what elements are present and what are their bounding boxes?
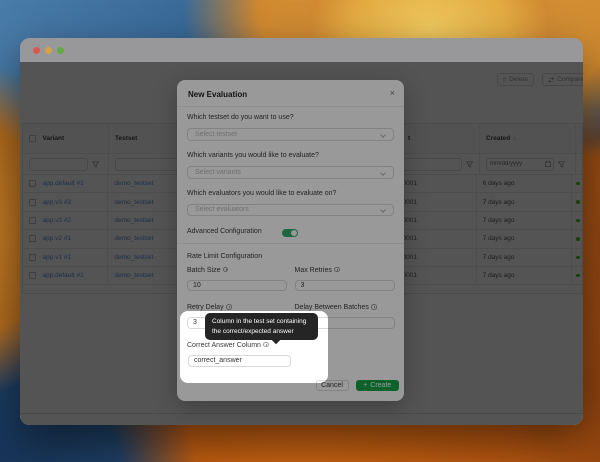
variants-question-label: Which variants you would like to evaluat… bbox=[187, 152, 319, 159]
new-evaluation-modal: New Evaluation × Which testset do you wa… bbox=[177, 80, 404, 401]
evaluators-question-label: Which evaluators you would like to evalu… bbox=[187, 190, 336, 197]
info-icon[interactable] bbox=[226, 304, 232, 310]
max-retries-input[interactable] bbox=[295, 280, 395, 292]
testset-question-label: Which testset do you want to use? bbox=[187, 114, 294, 121]
variants-select[interactable]: Select variants bbox=[187, 166, 394, 179]
chevron-down-icon bbox=[380, 132, 386, 138]
info-icon[interactable] bbox=[223, 267, 229, 273]
variants-select-placeholder: Select variants bbox=[195, 169, 241, 176]
rate-limit-section-title: Rate Limit Configuration bbox=[187, 253, 262, 260]
minimize-window-icon[interactable] bbox=[45, 47, 52, 54]
divider bbox=[177, 243, 404, 244]
testset-select[interactable]: Select testset bbox=[187, 128, 394, 141]
plus-icon: + bbox=[363, 382, 367, 389]
correct-answer-column-input[interactable] bbox=[188, 355, 291, 367]
window-titlebar bbox=[20, 38, 583, 62]
chevron-down-icon bbox=[380, 207, 386, 213]
zoom-window-icon[interactable] bbox=[57, 47, 64, 54]
advanced-configuration-label: Advanced Configuration bbox=[187, 228, 262, 235]
delay-between-batches-label: Delay Between Batches bbox=[295, 304, 377, 311]
testset-select-placeholder: Select testset bbox=[195, 131, 237, 138]
info-icon[interactable] bbox=[263, 342, 269, 348]
info-icon[interactable] bbox=[371, 304, 377, 310]
batch-size-input[interactable] bbox=[187, 280, 287, 292]
modal-title: New Evaluation bbox=[188, 90, 247, 99]
tour-tooltip-text: Column in the test set containing the co… bbox=[212, 318, 306, 335]
retry-delay-label: Retry Delay bbox=[187, 304, 232, 311]
app-content: Delete Compare Variant Testset t Created… bbox=[20, 62, 583, 425]
app-window: Delete Compare Variant Testset t Created… bbox=[20, 38, 583, 425]
close-window-icon[interactable] bbox=[33, 47, 40, 54]
tour-tooltip: Column in the test set containing the co… bbox=[205, 313, 318, 340]
info-icon[interactable] bbox=[334, 267, 340, 273]
create-button[interactable]: + Create bbox=[356, 380, 399, 392]
cancel-button[interactable]: Cancel bbox=[316, 380, 349, 392]
divider bbox=[177, 106, 404, 107]
max-retries-label: Max Retries bbox=[295, 267, 340, 274]
evaluators-select[interactable]: Select evaluators bbox=[187, 204, 394, 217]
batch-size-label: Batch Size bbox=[187, 267, 228, 274]
close-icon[interactable]: × bbox=[390, 88, 395, 98]
correct-answer-column-label: Correct Answer Column bbox=[187, 342, 269, 349]
chevron-down-icon bbox=[380, 170, 386, 176]
toggle-knob bbox=[291, 230, 298, 237]
advanced-configuration-toggle[interactable] bbox=[282, 229, 298, 238]
evaluators-select-placeholder: Select evaluators bbox=[195, 206, 249, 213]
desktop-wallpaper: Delete Compare Variant Testset t Created… bbox=[0, 0, 600, 462]
